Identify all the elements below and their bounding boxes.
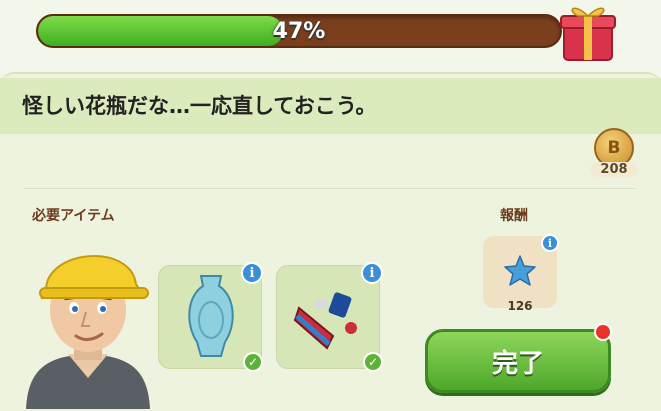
quest-progress-bar: 47% — [36, 14, 562, 48]
glue-tube-icon — [293, 292, 357, 350]
progress-percent: 47% — [272, 18, 326, 44]
required-items-label: 必要アイテム — [32, 208, 115, 224]
gift-icon[interactable] — [556, 0, 620, 62]
builder-character — [26, 255, 150, 409]
coin-count: 208 — [590, 162, 638, 177]
quest-message: 怪しい花瓶だな…一応直しておこう。 — [22, 94, 377, 118]
reward-label: 報酬 — [500, 208, 528, 224]
check-icon: ✓ — [243, 352, 263, 372]
check-icon: ✓ — [363, 352, 383, 372]
blue-star-icon — [504, 255, 536, 286]
reward-count: 126 — [507, 299, 533, 313]
vase-icon — [188, 275, 234, 357]
required-item-vase[interactable]: i ✓ — [158, 262, 263, 372]
notification-dot — [594, 323, 612, 341]
info-icon[interactable]: i — [241, 262, 263, 284]
divider — [24, 188, 636, 189]
required-item-glue[interactable]: i ✓ — [276, 262, 383, 372]
complete-button[interactable]: 完了 — [425, 329, 611, 393]
reward-item[interactable]: i — [483, 234, 559, 308]
info-icon[interactable]: i — [541, 234, 559, 252]
coin-symbol: B — [607, 138, 621, 158]
info-icon[interactable]: i — [361, 262, 383, 284]
